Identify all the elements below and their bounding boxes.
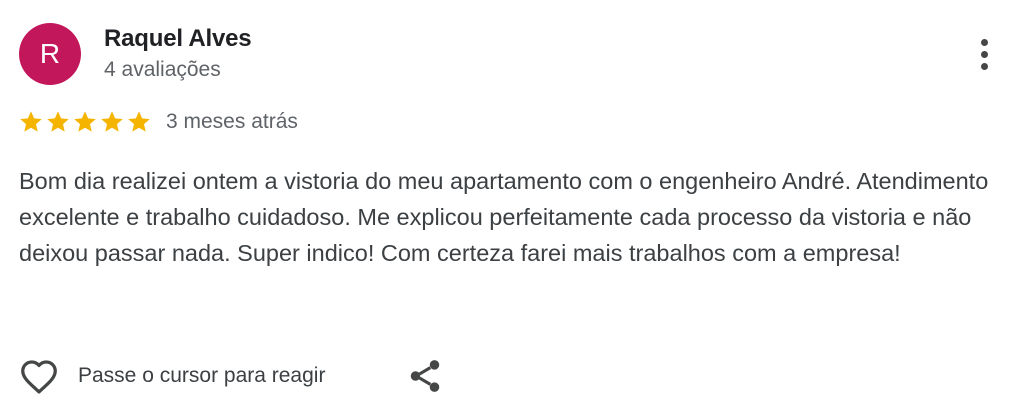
reviewer-review-count: 4 avaliações bbox=[104, 58, 221, 81]
avatar[interactable]: R bbox=[19, 23, 81, 85]
heart-outline-icon[interactable] bbox=[18, 357, 60, 395]
star-icon bbox=[101, 111, 123, 132]
more-options-button[interactable] bbox=[964, 32, 1004, 76]
star-icon bbox=[20, 111, 42, 132]
more-vert-icon-dot bbox=[980, 38, 988, 46]
reviewer-name[interactable]: Raquel Alves bbox=[104, 25, 252, 53]
star-icon bbox=[128, 111, 150, 132]
star-icon bbox=[47, 111, 69, 132]
review-date: 3 meses atrás bbox=[166, 110, 298, 133]
avatar-initial: R bbox=[39, 38, 61, 69]
more-vert-icon-dot bbox=[980, 62, 988, 70]
more-vert-icon-dot bbox=[980, 50, 988, 58]
review-card: R Raquel Alves 4 avaliações 3 meses atrá… bbox=[0, 0, 1024, 415]
react-hint: Passe o cursor para reagir bbox=[78, 364, 326, 387]
star-icon bbox=[74, 111, 96, 132]
review-text: Bom dia realizei ontem a vistoria do meu… bbox=[19, 168, 989, 266]
star-rating bbox=[18, 107, 152, 137]
share-icon[interactable] bbox=[406, 356, 444, 396]
